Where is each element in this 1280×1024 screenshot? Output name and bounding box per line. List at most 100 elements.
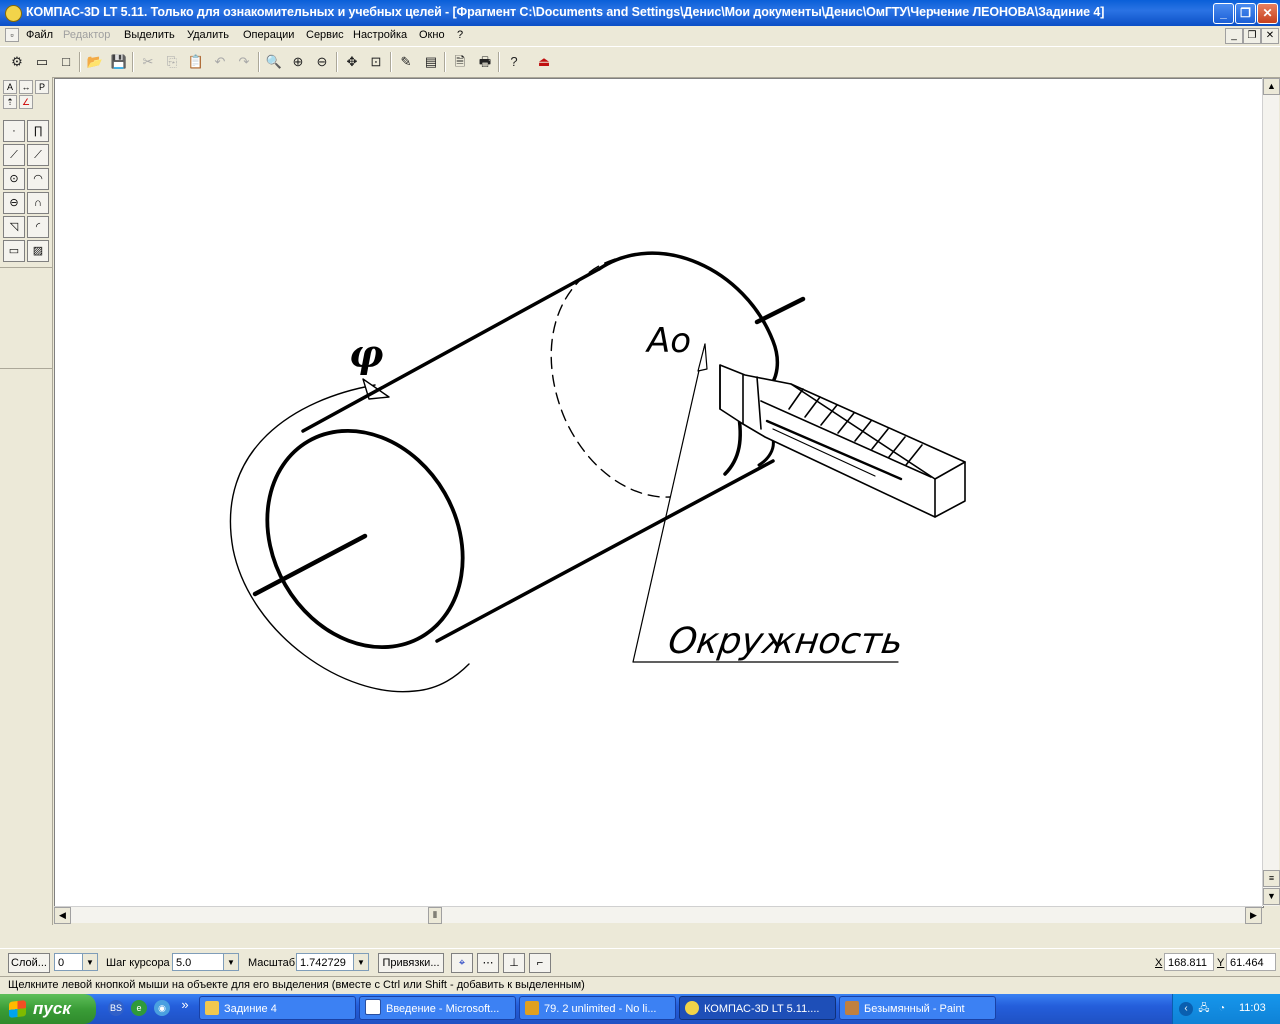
scroll-down-icon[interactable]: ▼ bbox=[1263, 888, 1280, 905]
redraw-icon[interactable]: ✎ bbox=[395, 51, 417, 73]
menu-editor[interactable]: Редактор bbox=[63, 29, 110, 41]
print-preview-icon[interactable]: 🗎 bbox=[449, 51, 471, 73]
zoom-in-icon[interactable]: ⊕ bbox=[287, 51, 309, 73]
exit-icon[interactable]: ⏏ bbox=[533, 51, 555, 73]
y-coord-field[interactable]: 61.464 bbox=[1226, 953, 1276, 971]
menu-window[interactable]: Окно bbox=[419, 29, 445, 41]
task-word[interactable]: Введение - Microsoft... bbox=[359, 996, 516, 1020]
snap-toggle-icon[interactable]: ⌖ bbox=[451, 953, 473, 973]
hatch-tool-icon[interactable]: ▨ bbox=[27, 240, 49, 262]
status-bar: Щелкните левой кнопкой мыши на объекте д… bbox=[0, 976, 1280, 995]
rectangle-tool-icon[interactable]: ▭ bbox=[3, 240, 25, 262]
scroll-up-icon[interactable]: ▲ bbox=[1263, 78, 1280, 95]
x-coord-label: X bbox=[1155, 957, 1163, 969]
menu-file[interactable]: Файл bbox=[26, 29, 53, 41]
kompas-app-icon[interactable] bbox=[5, 5, 22, 22]
scale-dropdown-icon[interactable]: ▼ bbox=[353, 953, 369, 971]
menu-operations[interactable]: Операции bbox=[243, 29, 294, 41]
print-icon[interactable]: 🖶 bbox=[474, 51, 496, 73]
document-icon[interactable]: ▫ bbox=[5, 28, 19, 42]
fillet-tool-icon[interactable]: ◜ bbox=[27, 216, 49, 238]
open-icon[interactable]: 📂 bbox=[84, 51, 106, 73]
quicklaunch-more-icon[interactable]: » bbox=[177, 997, 193, 1013]
scroll-page-down-icon[interactable]: ≡ bbox=[1263, 870, 1280, 887]
tray-network-icon[interactable]: 🖧 bbox=[1197, 1002, 1211, 1016]
save-icon[interactable]: 💾 bbox=[108, 51, 130, 73]
circle-tool-icon[interactable]: ⊙ bbox=[3, 168, 25, 190]
paste-icon[interactable]: 📋 bbox=[185, 51, 207, 73]
mdi-restore-button[interactable]: ❐ bbox=[1243, 28, 1261, 44]
mdi-minimize-button[interactable]: _ bbox=[1225, 28, 1243, 44]
horizontal-scrollbar[interactable]: ◀ ⦀ ▶ bbox=[54, 906, 1262, 924]
text-tab-icon[interactable]: A bbox=[3, 80, 17, 94]
scroll-right-icon[interactable]: ▶ bbox=[1245, 907, 1262, 924]
layer-button[interactable]: Слой... bbox=[8, 953, 50, 973]
step-select[interactable]: 5.0 bbox=[172, 953, 224, 971]
task-folder[interactable]: Задиние 4 bbox=[199, 996, 356, 1020]
quicklaunch-bs-icon[interactable]: BS bbox=[108, 1000, 124, 1016]
scroll-thumb[interactable]: ⦀ bbox=[428, 907, 442, 924]
pan-icon[interactable]: ✥ bbox=[341, 51, 363, 73]
compact-toolbar: A ↔ P ⇡ ∠ · ∏ ⟋ ⟋ ⊙ ◠ ⊖ ∩ ◹ ◜ ▭ ▨ bbox=[0, 77, 53, 925]
quicklaunch-browser-icon[interactable]: e bbox=[131, 1000, 147, 1016]
drawing-canvas[interactable]: φ Ao Окружность bbox=[54, 78, 1264, 908]
ellipse-tool-icon[interactable]: ⊖ bbox=[3, 192, 25, 214]
task-kompas[interactable]: КОМПАС-3D LT 5.11.... bbox=[679, 996, 836, 1020]
chamfer-tool-icon[interactable]: ◹ bbox=[3, 216, 25, 238]
new-model-icon[interactable]: ⚙ bbox=[6, 51, 28, 73]
circle-label: Окружность bbox=[666, 619, 906, 662]
drawing-svg: φ Ao Окружность bbox=[229, 251, 966, 693]
point-tool-icon[interactable]: · bbox=[3, 120, 25, 142]
undo-icon[interactable]: ↶ bbox=[209, 51, 231, 73]
scroll-left-icon[interactable]: ◀ bbox=[54, 907, 71, 924]
context-help-icon[interactable]: ? bbox=[503, 51, 525, 73]
param-tab-icon[interactable]: P bbox=[35, 80, 49, 94]
zoom-fit-icon[interactable]: ⊡ bbox=[365, 51, 387, 73]
main-toolbar: ⚙ ▭ □ 📂 💾 ✂ ⎘ 📋 ↶ ↷ 🔍 ⊕ ⊖ ✥ ⊡ ✎ ▤ 🗎 🖶 ? … bbox=[0, 46, 1280, 78]
restore-button[interactable]: ❐ bbox=[1235, 3, 1256, 24]
geometry-tab-icon[interactable]: ∠ bbox=[19, 95, 33, 109]
task-winamp[interactable]: 79. 2 unlimited - No li... bbox=[519, 996, 676, 1020]
dimension-tab-icon[interactable]: ↔ bbox=[19, 80, 33, 94]
start-button[interactable]: пуск bbox=[0, 994, 96, 1024]
new-sheet-icon[interactable]: ▭ bbox=[31, 51, 53, 73]
redo-icon[interactable]: ↷ bbox=[233, 51, 255, 73]
copy-icon[interactable]: ⎘ bbox=[161, 51, 183, 73]
scale-select[interactable]: 1.742729 bbox=[296, 953, 354, 971]
window-title: КОМПАС-3D LT 5.11. Только для ознакомите… bbox=[26, 5, 1105, 19]
properties-icon[interactable]: ▤ bbox=[420, 51, 442, 73]
mdi-close-button[interactable]: ✕ bbox=[1261, 28, 1279, 44]
title-bar[interactable]: КОМПАС-3D LT 5.11. Только для ознакомите… bbox=[0, 0, 1280, 26]
arc-tool-icon[interactable]: ◠ bbox=[27, 168, 49, 190]
new-fragment-icon[interactable]: □ bbox=[55, 51, 77, 73]
cut-icon[interactable]: ✂ bbox=[137, 51, 159, 73]
zoom-out-icon[interactable]: ⊖ bbox=[311, 51, 333, 73]
menu-delete[interactable]: Удалить bbox=[187, 29, 229, 41]
auxiliary-line-icon[interactable]: ∏ bbox=[27, 120, 49, 142]
edit-tab-icon[interactable]: ⇡ bbox=[3, 95, 17, 109]
layer-dropdown-icon[interactable]: ▼ bbox=[82, 953, 98, 971]
layer-select[interactable]: 0 bbox=[54, 953, 84, 971]
step-dropdown-icon[interactable]: ▼ bbox=[223, 953, 239, 971]
menu-service[interactable]: Сервис bbox=[306, 29, 344, 41]
task-paint[interactable]: Безымянный - Paint bbox=[839, 996, 996, 1020]
menu-select[interactable]: Выделить bbox=[124, 29, 175, 41]
spline-tool-icon[interactable]: ∩ bbox=[27, 192, 49, 214]
tray-expand-icon[interactable]: ‹ bbox=[1179, 1002, 1193, 1016]
minimize-button[interactable]: _ bbox=[1213, 3, 1234, 24]
vertical-scrollbar[interactable]: ▲ ≡ ▼ bbox=[1262, 78, 1280, 906]
tray-volume-icon[interactable]: ◔ bbox=[1215, 1002, 1229, 1016]
menu-help[interactable]: ? bbox=[457, 29, 463, 41]
ortho-icon[interactable]: ⌐ bbox=[529, 953, 551, 973]
segment-tool-icon[interactable]: ⟋ bbox=[3, 144, 25, 166]
close-button[interactable]: ✕ bbox=[1257, 3, 1278, 24]
zoom-window-icon[interactable]: 🔍 bbox=[263, 51, 285, 73]
local-cs-icon[interactable]: ⊥ bbox=[503, 953, 525, 973]
menu-settings[interactable]: Настройка bbox=[353, 29, 407, 41]
back-face-hidden bbox=[550, 258, 671, 498]
quicklaunch-desktop-icon[interactable]: ◉ bbox=[154, 1000, 170, 1016]
snap-button[interactable]: Привязки... bbox=[378, 953, 444, 973]
segment-two-points-icon[interactable]: ⟋ bbox=[27, 144, 49, 166]
x-coord-field[interactable]: 168.811 bbox=[1164, 953, 1214, 971]
grid-icon[interactable]: ⋯ bbox=[477, 953, 499, 973]
